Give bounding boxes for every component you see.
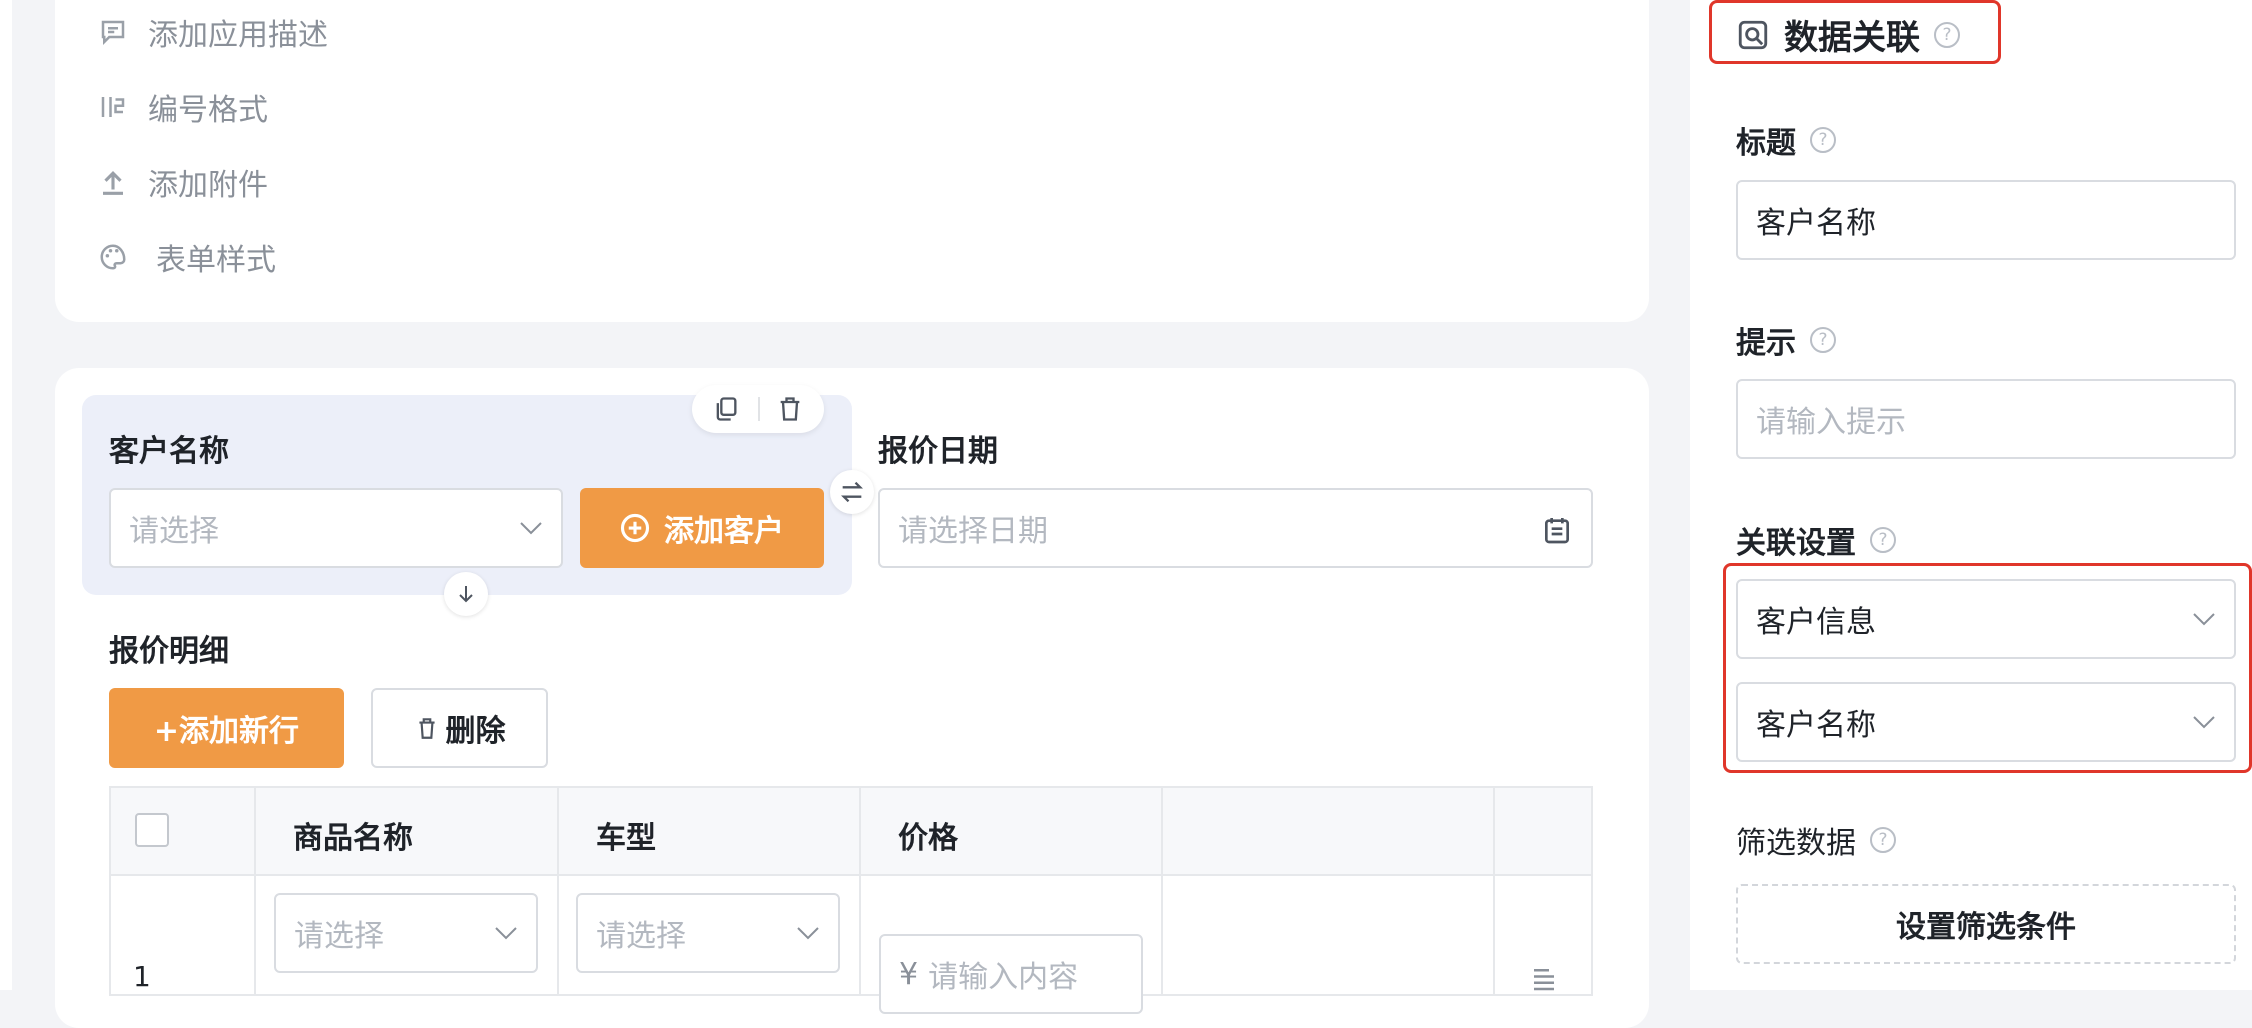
- hint-label-text: 提示: [1736, 326, 1796, 361]
- column-header-price: 价格: [898, 821, 958, 856]
- help-icon[interactable]: ?: [1870, 827, 1896, 853]
- column-header-model: 车型: [596, 821, 656, 856]
- menu-item-number-format[interactable]: 编号格式: [98, 85, 268, 129]
- filter-label-text: 筛选数据: [1736, 826, 1856, 861]
- price-input[interactable]: ¥ 请输入内容: [879, 934, 1143, 1014]
- help-icon[interactable]: ?: [1810, 127, 1836, 153]
- menu-item-label: 编号格式: [148, 93, 268, 128]
- hint-input-placeholder: 请输入提示: [1756, 405, 1906, 440]
- quote-detail-table: 商品名称 车型 价格 1 请选择 请选择 ¥ 请输入内容: [109, 786, 1593, 1014]
- column-divider: [1493, 788, 1495, 994]
- relation-field-select[interactable]: 客户名称: [1736, 682, 2236, 762]
- currency-symbol: ¥: [899, 956, 919, 992]
- product-select-placeholder: 请选择: [294, 919, 384, 954]
- relation-field-value: 客户名称: [1756, 708, 1876, 743]
- swap-icon: [841, 481, 863, 503]
- help-icon[interactable]: ?: [1810, 327, 1836, 353]
- add-row-button[interactable]: +添加新行: [109, 688, 344, 768]
- quote-detail-label: 报价明细: [109, 634, 229, 669]
- column-divider: [254, 788, 256, 994]
- filter-setting-label: 筛选数据 ?: [1736, 818, 1896, 862]
- panel-header: 数据关联 ?: [1736, 10, 1960, 59]
- number-format-icon: [101, 97, 125, 117]
- chevron-down-icon: [520, 522, 542, 535]
- product-select[interactable]: 请选择: [274, 893, 538, 973]
- column-header-product: 商品名称: [293, 821, 413, 856]
- menu-item-form-style[interactable]: 表单样式: [98, 235, 276, 279]
- delete-label: 删除: [445, 714, 506, 749]
- add-customer-label: 添加客户: [664, 514, 784, 549]
- help-icon[interactable]: ?: [1870, 527, 1896, 553]
- relation-source-value: 客户信息: [1756, 605, 1876, 640]
- row-index: 1: [133, 960, 151, 993]
- menu-item-add-description[interactable]: 添加应用描述: [98, 10, 328, 54]
- relation-source-select[interactable]: 客户信息: [1736, 579, 2236, 659]
- delete-rows-button[interactable]: 删除: [371, 688, 548, 768]
- chevron-down-icon: [2193, 613, 2215, 626]
- quote-date-label: 报价日期: [878, 434, 998, 469]
- help-icon[interactable]: ?: [1934, 21, 1960, 48]
- set-filter-button[interactable]: 设置筛选条件: [1736, 884, 2236, 964]
- menu-item-add-attachment[interactable]: 添加附件: [98, 160, 268, 204]
- chevron-down-icon: [2193, 716, 2215, 729]
- copy-icon[interactable]: [712, 395, 740, 423]
- add-customer-button[interactable]: 添加客户: [580, 488, 824, 568]
- title-input-value: 客户名称: [1756, 206, 1876, 241]
- menu-item-label: 表单样式: [156, 243, 276, 278]
- panel-title: 数据关联: [1784, 18, 1920, 58]
- palette-icon: [100, 244, 126, 270]
- field-toolbar: [692, 385, 824, 433]
- comment-icon: [101, 20, 125, 46]
- plus-circle-icon: [620, 513, 650, 543]
- data-link-icon: [1738, 20, 1768, 49]
- customer-select-placeholder: 请选择: [129, 514, 219, 549]
- column-divider: [1161, 788, 1163, 994]
- arrow-down-icon: [459, 586, 473, 603]
- left-edge: [0, 0, 12, 990]
- column-divider: [859, 788, 861, 994]
- chevron-down-icon: [495, 927, 517, 940]
- price-placeholder: 请输入内容: [928, 960, 1079, 995]
- model-select-placeholder: 请选择: [596, 919, 686, 954]
- upload-icon: [103, 171, 123, 195]
- select-all-checkbox[interactable]: [135, 813, 169, 847]
- trash-icon: [418, 718, 435, 739]
- title-label-text: 标题: [1736, 126, 1796, 161]
- toolbar-divider: [758, 397, 760, 421]
- customer-select[interactable]: 请选择: [109, 488, 563, 568]
- hint-setting-label: 提示 ?: [1736, 318, 1836, 362]
- column-divider: [557, 788, 559, 994]
- swap-handle[interactable]: [830, 470, 874, 514]
- model-select[interactable]: 请选择: [576, 893, 840, 973]
- move-down-handle[interactable]: [444, 572, 488, 616]
- customer-field-label: 客户名称: [109, 434, 229, 469]
- title-setting-label: 标题 ?: [1736, 118, 1836, 162]
- chevron-down-icon: [797, 927, 819, 940]
- trash-icon[interactable]: [776, 395, 804, 423]
- relation-setting-label: 关联设置 ?: [1736, 518, 1896, 562]
- title-input[interactable]: 客户名称: [1736, 180, 2236, 260]
- quote-date-placeholder: 请选择日期: [898, 514, 1048, 549]
- menu-item-label: 添加附件: [148, 168, 268, 203]
- hint-input[interactable]: 请输入提示: [1736, 379, 2236, 459]
- menu-item-label: 添加应用描述: [148, 18, 328, 53]
- calendar-icon: [1545, 518, 1569, 544]
- quote-date-picker[interactable]: 请选择日期: [878, 488, 1593, 568]
- relation-label-text: 关联设置: [1736, 526, 1856, 561]
